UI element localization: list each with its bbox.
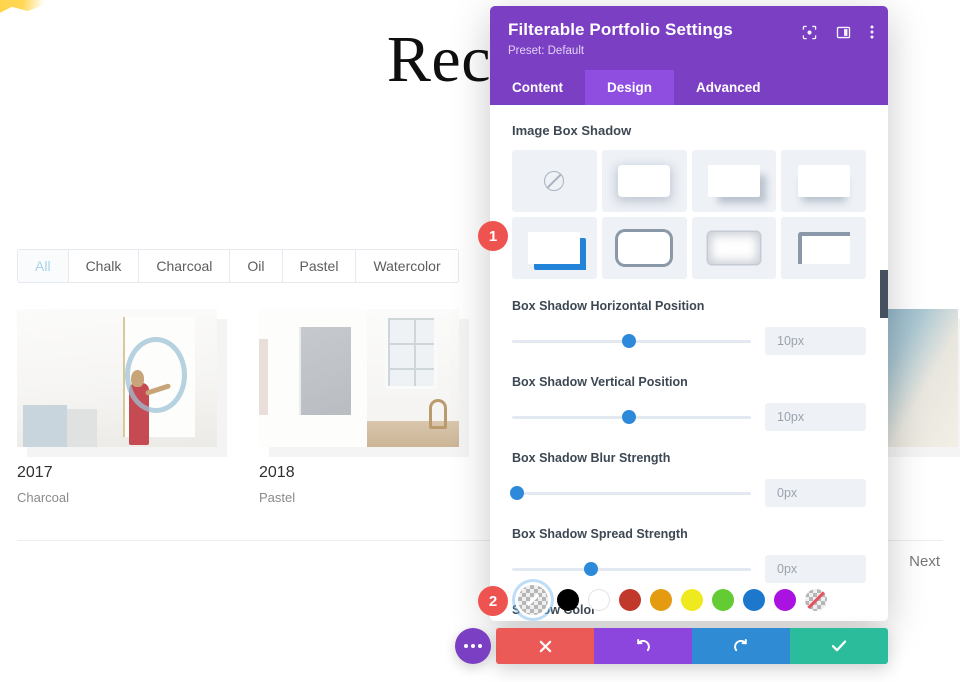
filter-item-watercolor[interactable]: Watercolor bbox=[356, 250, 458, 282]
modal-header: Filterable Portfolio Settings Preset: De… bbox=[490, 6, 888, 70]
swatch-orange[interactable] bbox=[650, 589, 672, 611]
undo-icon bbox=[637, 638, 650, 652]
pagination-next-link[interactable]: Next bbox=[909, 553, 940, 570]
spread-strength-slider[interactable] bbox=[512, 562, 751, 576]
filter-item-all[interactable]: All bbox=[18, 250, 69, 282]
save-button[interactable] bbox=[790, 628, 888, 664]
horizontal-position-value[interactable]: 10px bbox=[765, 327, 866, 355]
portfolio-filter-bar[interactable]: All Chalk Charcoal Oil Pastel Watercolor bbox=[17, 249, 459, 283]
slider-field-spread-strength: Box Shadow Spread Strength 0px bbox=[512, 527, 866, 583]
image-box-shadow-label: Image Box Shadow bbox=[512, 123, 632, 138]
portfolio-item[interactable]: 2017 Charcoal bbox=[17, 309, 217, 505]
close-icon bbox=[539, 640, 551, 652]
layout-panel-icon[interactable] bbox=[836, 25, 851, 40]
kebab-menu-icon[interactable] bbox=[870, 24, 874, 40]
redo-icon bbox=[734, 638, 747, 652]
box-shadow-preset-none[interactable] bbox=[512, 150, 597, 212]
slider-label: Box Shadow Horizontal Position bbox=[512, 299, 705, 313]
vertical-position-slider[interactable] bbox=[512, 410, 751, 424]
box-shadow-preset-solid-offset[interactable] bbox=[512, 217, 597, 279]
slider-field-vertical-position: Box Shadow Vertical Position 10px bbox=[512, 375, 866, 431]
box-shadow-preset-bottom-only[interactable] bbox=[781, 150, 866, 212]
swatch-green[interactable] bbox=[712, 589, 734, 611]
portfolio-image-watercolor[interactable] bbox=[878, 309, 958, 447]
portfolio-item-year: 2018 bbox=[259, 464, 295, 481]
blur-strength-value[interactable]: 0px bbox=[765, 479, 866, 507]
callout-badge-1: 1 bbox=[478, 221, 508, 251]
slider-field-horizontal-position: Box Shadow Horizontal Position 10px bbox=[512, 299, 866, 355]
check-icon bbox=[831, 640, 847, 652]
slider-label: Box Shadow Vertical Position bbox=[512, 375, 688, 389]
box-shadow-preset-soft-all[interactable] bbox=[601, 150, 687, 212]
slider-label: Box Shadow Spread Strength bbox=[512, 527, 688, 541]
swatch-blue[interactable] bbox=[743, 589, 765, 611]
portfolio-image-gray-canvas[interactable] bbox=[259, 309, 459, 447]
box-shadow-preset-corner-top-left[interactable] bbox=[781, 217, 866, 279]
filter-item-pastel[interactable]: Pastel bbox=[282, 250, 357, 282]
box-shadow-preset-offset-bottom-right[interactable] bbox=[691, 150, 777, 212]
filterable-portfolio-settings-modal: Filterable Portfolio Settings Preset: De… bbox=[490, 6, 888, 621]
modal-header-actions bbox=[802, 24, 874, 40]
swatch-black[interactable] bbox=[557, 589, 579, 611]
yellow-brush-stroke-icon bbox=[0, 0, 62, 13]
shadow-color-swatches bbox=[518, 585, 827, 615]
swatch-white[interactable] bbox=[588, 589, 610, 611]
modal-scrollbar-thumb[interactable] bbox=[880, 270, 888, 318]
modal-body: Image Box Shadow Box Shadow Horizontal P… bbox=[490, 105, 888, 621]
callout-badge-2: 2 bbox=[478, 586, 508, 616]
blur-strength-slider[interactable] bbox=[509, 486, 751, 500]
tab-advanced[interactable]: Advanced bbox=[674, 70, 783, 105]
swatch-transparent-picker[interactable] bbox=[518, 585, 548, 615]
swatch-red[interactable] bbox=[619, 589, 641, 611]
filter-item-oil[interactable]: Oil bbox=[230, 250, 283, 282]
ellipsis-icon bbox=[464, 644, 468, 648]
box-shadow-preset-inset[interactable] bbox=[691, 217, 777, 279]
box-shadow-preset-grid bbox=[512, 150, 866, 279]
modal-action-bar bbox=[496, 628, 888, 664]
vertical-position-value[interactable]: 10px bbox=[765, 403, 866, 431]
portfolio-grid: 2017 Charcoal 2018 Pastel bbox=[17, 309, 459, 505]
modal-tabs: Content Design Advanced bbox=[490, 70, 888, 105]
tab-design[interactable]: Design bbox=[585, 70, 675, 105]
portfolio-item-category: Charcoal bbox=[17, 490, 70, 505]
portfolio-item[interactable] bbox=[878, 309, 958, 447]
undo-button[interactable] bbox=[594, 628, 692, 664]
slider-field-blur-strength: Box Shadow Blur Strength 0px bbox=[509, 451, 866, 507]
portfolio-item-category: Pastel bbox=[259, 490, 296, 505]
no-shadow-icon bbox=[544, 171, 565, 191]
portfolio-item[interactable]: 2018 Pastel bbox=[259, 309, 459, 505]
horizontal-position-slider[interactable] bbox=[512, 334, 751, 348]
spread-strength-value[interactable]: 0px bbox=[765, 555, 866, 583]
portfolio-image-woman-painting[interactable] bbox=[17, 309, 217, 447]
filter-item-charcoal[interactable]: Charcoal bbox=[139, 250, 231, 282]
focus-icon[interactable] bbox=[802, 25, 817, 40]
swatch-none[interactable] bbox=[805, 589, 827, 611]
discard-button[interactable] bbox=[496, 628, 594, 664]
filter-item-chalk[interactable]: Chalk bbox=[68, 250, 140, 282]
box-shadow-preset-outline[interactable] bbox=[601, 217, 687, 279]
redo-button[interactable] bbox=[692, 628, 790, 664]
tab-content[interactable]: Content bbox=[490, 70, 585, 105]
preset-selector[interactable]: Preset: Default bbox=[508, 45, 870, 70]
portfolio-item-year: 2017 bbox=[17, 464, 53, 481]
swatch-purple[interactable] bbox=[774, 589, 796, 611]
more-options-button[interactable] bbox=[455, 628, 491, 664]
swatch-yellow[interactable] bbox=[681, 589, 703, 611]
slider-label: Box Shadow Blur Strength bbox=[512, 451, 671, 465]
